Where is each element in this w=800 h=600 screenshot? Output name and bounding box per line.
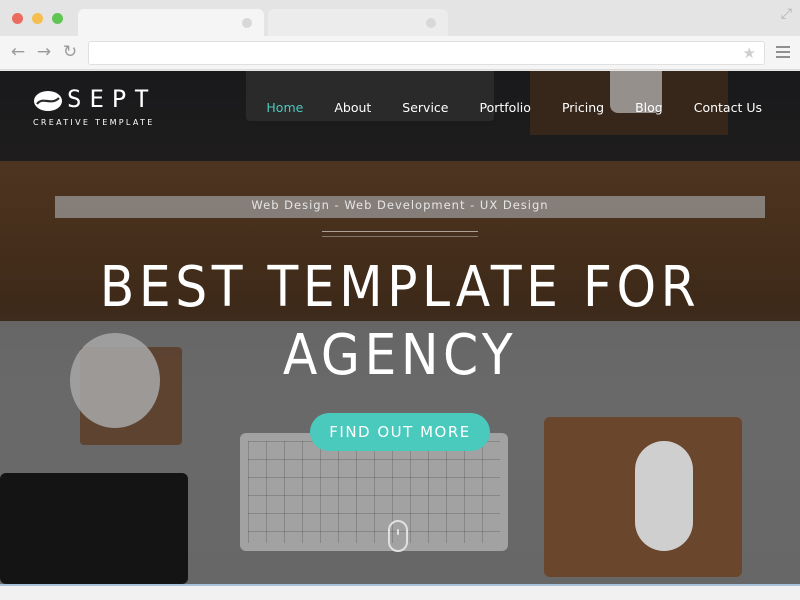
hero-headline: BEST TEMPLATE FOR AGENCY <box>40 254 760 390</box>
forward-arrow-icon[interactable]: → <box>34 42 54 62</box>
hero-section: SEPT CREATIVE TEMPLATE Home About Servic… <box>0 71 800 584</box>
background-tablet <box>0 473 188 584</box>
hero-tagline: Web Design - Web Development - UX Design <box>251 198 549 212</box>
tab-close-icon[interactable] <box>242 18 252 28</box>
browser-tab-active[interactable] <box>78 9 264 37</box>
nav-item-contact[interactable]: Contact Us <box>694 100 762 115</box>
page-bottom-line <box>0 584 800 586</box>
logo-subtitle: CREATIVE TEMPLATE <box>33 118 155 127</box>
zoom-window-dot[interactable] <box>52 13 63 24</box>
reload-icon[interactable]: ↻ <box>60 42 80 62</box>
nav-item-pricing[interactable]: Pricing <box>562 100 604 115</box>
tab-close-icon[interactable] <box>426 18 436 28</box>
headline-line-1: BEST TEMPLATE FOR <box>99 255 701 320</box>
nav-item-home[interactable]: Home <box>266 100 303 115</box>
nav-item-blog[interactable]: Blog <box>635 100 663 115</box>
browser-tab-bar: ⤢ <box>0 0 800 37</box>
minimize-window-dot[interactable] <box>32 13 43 24</box>
browser-toolbar: ← → ↻ ★ <box>0 36 800 70</box>
back-arrow-icon[interactable]: ← <box>8 42 28 62</box>
background-mouse <box>635 441 693 551</box>
nav-item-portfolio[interactable]: Portfolio <box>480 100 531 115</box>
logo-name[interactable]: SEPT <box>67 85 157 113</box>
scroll-down-icon[interactable] <box>388 520 408 552</box>
page-bottom-strip <box>0 584 800 600</box>
star-icon[interactable]: ★ <box>743 44 756 62</box>
tagline-divider <box>322 231 478 232</box>
expand-icon[interactable]: ⤢ <box>781 6 792 22</box>
tagline-divider <box>322 236 478 237</box>
headline-line-2: AGENCY <box>282 323 518 388</box>
hamburger-menu-icon[interactable] <box>776 46 790 61</box>
browser-tab-inactive[interactable] <box>268 9 448 37</box>
nav-item-service[interactable]: Service <box>402 100 448 115</box>
nav-item-about[interactable]: About <box>334 100 371 115</box>
address-bar[interactable]: ★ <box>88 41 765 65</box>
main-nav: Home About Service Portfolio Pricing Blo… <box>235 100 762 115</box>
logo-icon[interactable] <box>33 90 63 112</box>
find-out-more-button[interactable]: FIND OUT MORE <box>310 413 490 451</box>
close-window-dot[interactable] <box>12 13 23 24</box>
